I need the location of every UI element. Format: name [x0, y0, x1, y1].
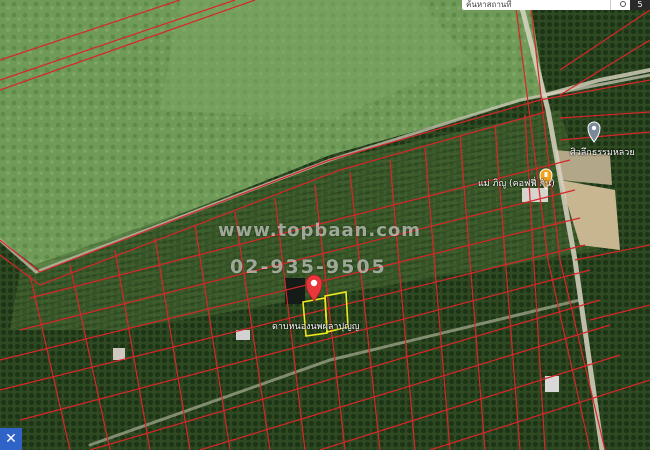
close-icon: ✕ [5, 431, 17, 447]
search-button[interactable] [610, 0, 630, 10]
search-icon [620, 1, 626, 7]
cafe-label: แม่ ภิญู (คอฟฟี่ กัน) [478, 179, 555, 189]
parcel-label: ดาบหนองนพผลาปุญญ [272, 322, 360, 332]
pond [285, 278, 305, 304]
close-button[interactable]: ✕ [0, 428, 22, 450]
toolbar-button[interactable]: 5 [630, 0, 650, 10]
search-input[interactable]: ค้นหาสถานที่ [462, 0, 610, 10]
watermark-url: www.topbaan.com [218, 220, 422, 241]
temple-label: ศิวลึกธรรมหลวย [570, 148, 635, 158]
watermark-phone: 02-935-9505 [230, 256, 387, 278]
building [113, 348, 125, 360]
